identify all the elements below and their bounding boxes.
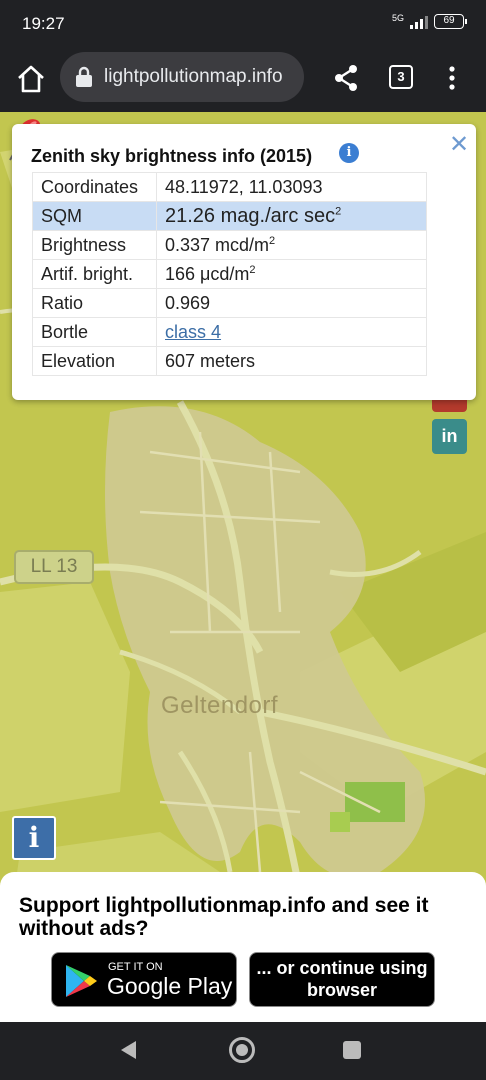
row-value: class 4 (156, 317, 427, 347)
row-label: Artif. bright. (32, 259, 157, 289)
table-row: Ratio 0.969 (32, 288, 427, 318)
back-icon[interactable] (118, 1039, 140, 1061)
row-value: 48.11972, 11.03093 (156, 172, 427, 202)
signal-icon (410, 15, 428, 29)
battery-icon: 69 (434, 14, 467, 29)
info-icon[interactable]: i (339, 143, 359, 163)
google-play-label: Google Play (107, 973, 233, 999)
nav-home-icon[interactable] (229, 1037, 255, 1063)
tab-switcher-button[interactable]: 3 (389, 65, 413, 89)
share-icon[interactable] (330, 62, 362, 94)
sky-brightness-popup: Zenith sky brightness info (2015) i ✕ Co… (12, 124, 476, 400)
status-icons: 5G 69 (391, 13, 467, 29)
map-info-button[interactable]: i (12, 816, 56, 860)
google-play-small-label: GET IT ON (108, 961, 163, 973)
unit-superscript: 2 (335, 204, 342, 217)
browser-toolbar: lightpollutionmap.info 3 (0, 46, 486, 112)
home-icon[interactable] (14, 62, 48, 96)
bortle-class-link[interactable]: class 4 (165, 322, 221, 342)
value-text: 607 meters (165, 350, 256, 371)
more-vert-icon[interactable] (440, 64, 464, 92)
system-nav-bar (0, 1022, 486, 1080)
table-row: Artif. bright. 166 μcd/m2 (32, 259, 427, 289)
google-play-button[interactable]: GET IT ON Google Play (51, 952, 237, 1007)
value-text: 21.26 mag./arc sec (165, 204, 336, 227)
unit-superscript: 2 (269, 234, 276, 247)
close-icon[interactable]: ✕ (449, 130, 469, 159)
table-row: Elevation 607 meters (32, 346, 427, 376)
table-row: Bortle class 4 (32, 317, 427, 347)
recents-icon[interactable] (343, 1041, 361, 1059)
row-value: 166 μcd/m2 (156, 259, 427, 289)
address-bar[interactable]: lightpollutionmap.info (60, 52, 304, 102)
value-text: 166 μcd/m (165, 263, 250, 284)
row-value: 21.26 mag./arc sec2 (156, 201, 427, 231)
continue-browser-button[interactable]: ... or continue using browser (249, 952, 435, 1007)
table-row: SQM 21.26 mag./arc sec2 (32, 201, 427, 231)
value-text: 0.969 (165, 292, 211, 313)
brightness-table: Coordinates 48.11972, 11.03093 SQM 21.26 ma… (32, 172, 427, 376)
row-label: Coordinates (32, 172, 157, 202)
value-text: 0.337 mcd/m (165, 234, 270, 255)
place-label: Geltendorf (161, 692, 279, 719)
value-text: 48.11972, 11.03093 (165, 176, 323, 197)
network-type: 5G (391, 13, 404, 23)
road-label: LL 13 (14, 550, 94, 584)
row-value: 0.969 (156, 288, 427, 318)
unit-superscript: 2 (249, 263, 256, 276)
row-value: 0.337 mcd/m2 (156, 230, 427, 260)
row-label: Bortle (32, 317, 157, 347)
promo-text: Support lightpollutionmap.info and see i… (19, 894, 429, 940)
table-row: Coordinates 48.11972, 11.03093 (32, 172, 427, 202)
row-label: SQM (32, 201, 157, 231)
row-value: 607 meters (156, 346, 427, 376)
status-time: 19:27 (22, 14, 65, 33)
url-text: lightpollutionmap.info (104, 66, 283, 87)
popup-title: Zenith sky brightness info (2015) (31, 146, 313, 166)
row-label: Ratio (32, 288, 157, 318)
row-label: Brightness (32, 230, 157, 260)
google-play-icon (66, 965, 97, 997)
status-bar: 19:27 5G 69 (0, 0, 486, 46)
linkedin-share-button[interactable]: in (432, 419, 467, 454)
lock-icon (76, 66, 92, 87)
table-row: Brightness 0.337 mcd/m2 (32, 230, 427, 260)
row-label: Elevation (32, 346, 157, 376)
support-promo-sheet: Support lightpollutionmap.info and see i… (0, 872, 486, 1022)
